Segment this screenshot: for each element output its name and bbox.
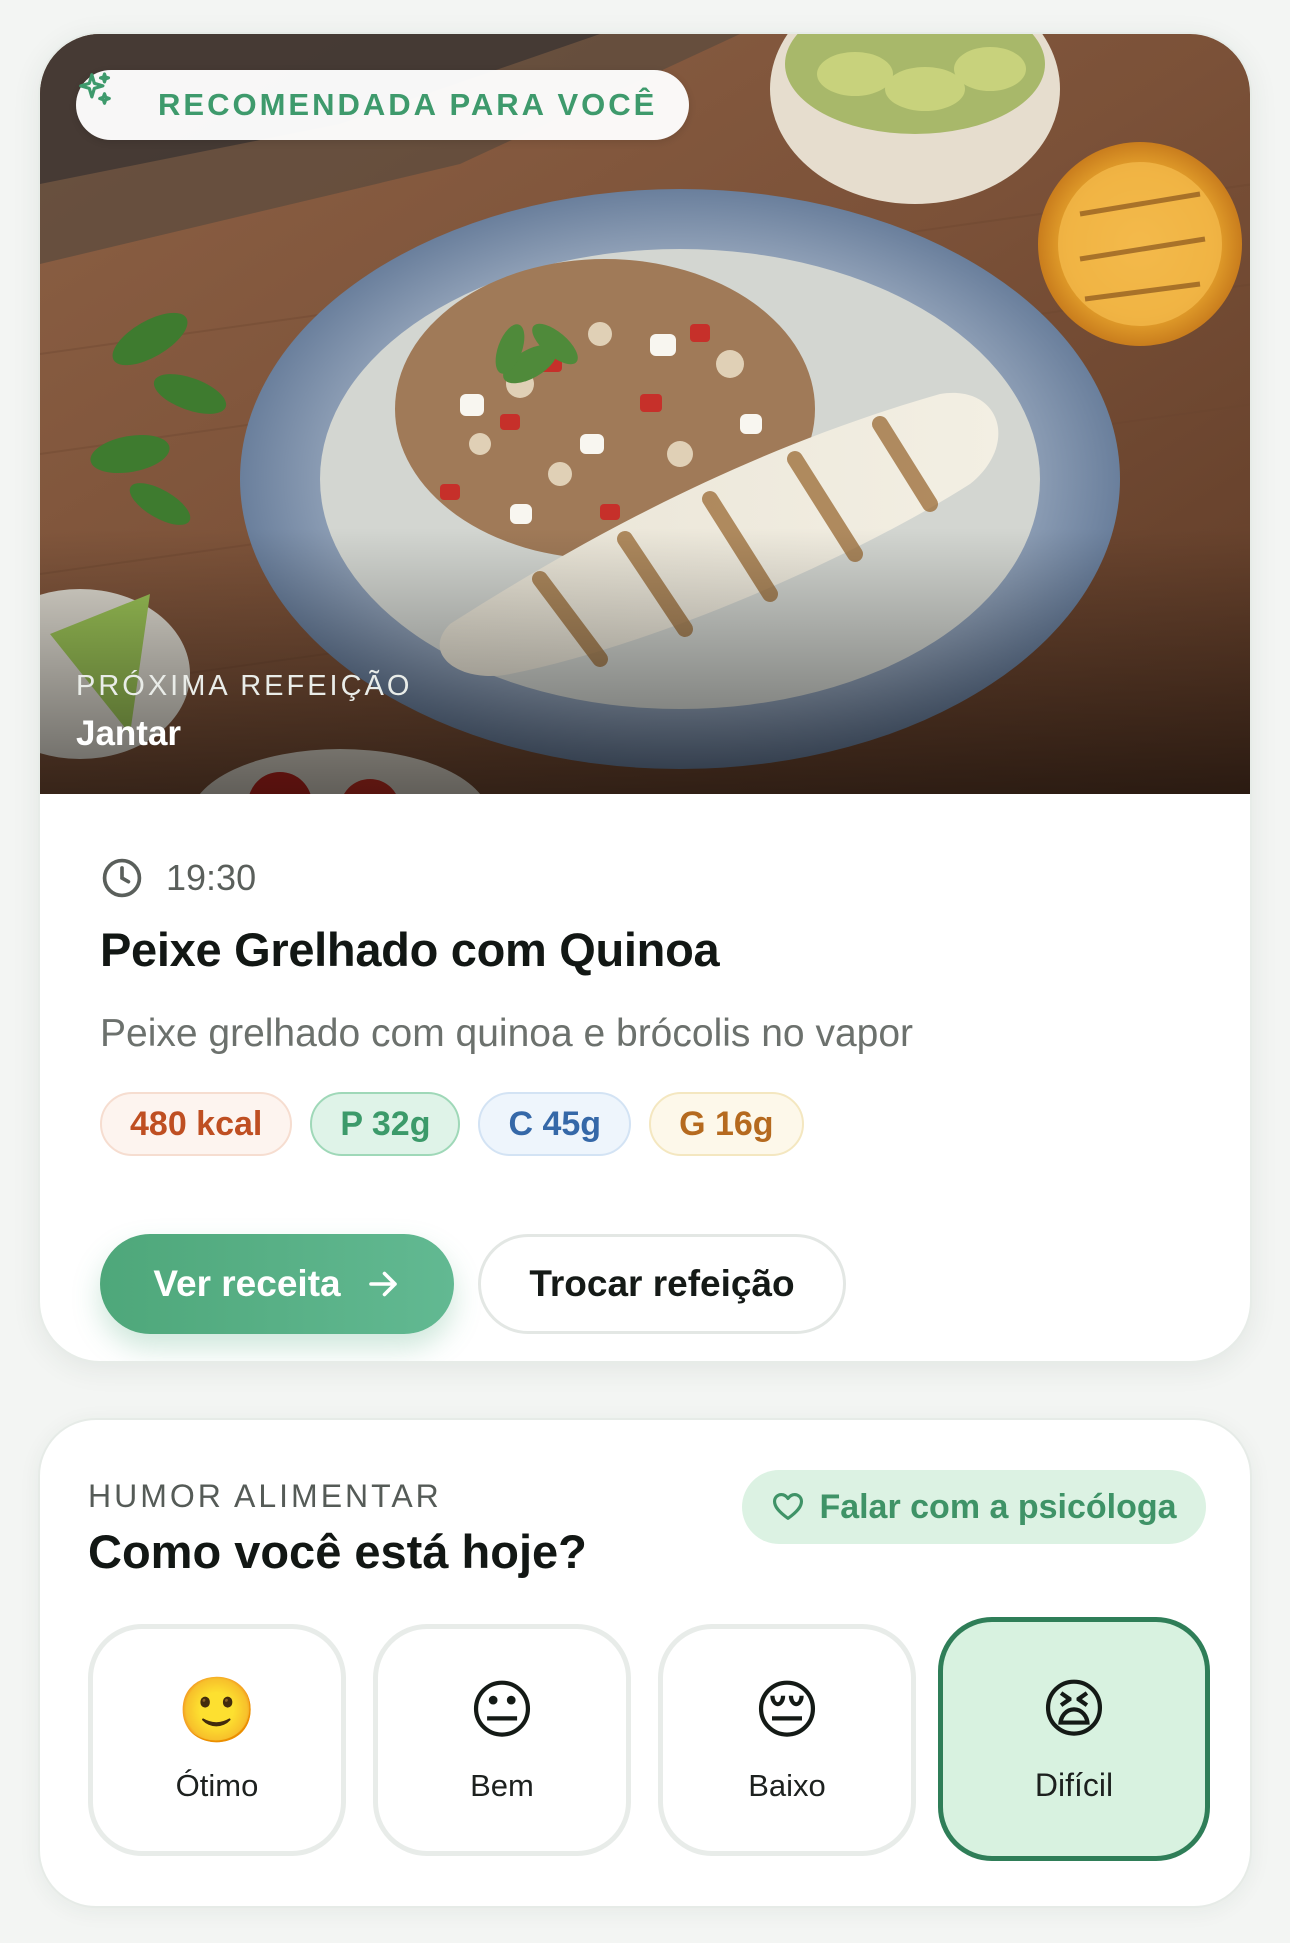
next-meal-kicker: PRÓXIMA REFEIÇÃO — [76, 670, 413, 702]
mood-option-label: Baixo — [748, 1768, 826, 1803]
talk-to-psychologist-button[interactable]: Falar com a psicóloga — [742, 1470, 1206, 1544]
clock-icon — [100, 856, 144, 900]
swap-meal-label: Trocar refeição — [529, 1263, 795, 1304]
meal-photo[interactable]: RECOMENDADA PARA VOCÊ PRÓXIMA REFEIÇÃO J… — [40, 34, 1250, 794]
mood-option-dificil[interactable]: 😫 Difícil — [938, 1617, 1210, 1861]
mood-kicker: HUMOR ALIMENTAR — [88, 1478, 442, 1514]
mood-options: 🙂 Ótimo 😐 Bem 😔 Baixo 😫 Difícil — [88, 1617, 1218, 1861]
view-recipe-button[interactable]: Ver receita — [100, 1234, 454, 1334]
macro-chips: 480 kcal P 32g C 45g G 16g — [100, 1092, 804, 1156]
slightly-smiling-face-icon: 🙂 — [177, 1674, 257, 1748]
mood-option-label: Difícil — [1034, 1766, 1114, 1803]
meal-title: Peixe Grelhado com Quinoa — [100, 923, 720, 976]
tired-face-icon: 😫 — [1040, 1672, 1108, 1747]
meal-description: Peixe grelhado com quinoa e brócolis no … — [100, 1012, 914, 1055]
sparkles-icon — [79, 72, 144, 124]
protein-chip: P 32g — [310, 1092, 461, 1156]
view-recipe-label: Ver receita — [153, 1263, 341, 1304]
next-meal-type: Jantar — [76, 714, 182, 753]
food-mood-card: HUMOR ALIMENTAR Como você está hoje? Fal… — [38, 1418, 1252, 1908]
talk-to-psychologist-label: Falar com a psicóloga — [819, 1487, 1177, 1526]
mood-option-bem[interactable]: 😐 Bem — [373, 1624, 631, 1856]
pensive-face-icon: 😔 — [753, 1674, 821, 1748]
mood-option-label: Ótimo — [175, 1768, 259, 1803]
mood-option-baixo[interactable]: 😔 Baixo — [658, 1624, 916, 1856]
fat-chip: G 16g — [649, 1092, 804, 1156]
meal-time: 19:30 — [100, 856, 256, 900]
arrow-right-icon — [365, 1266, 401, 1302]
swap-meal-button[interactable]: Trocar refeição — [478, 1234, 846, 1334]
calories-chip: 480 kcal — [100, 1092, 293, 1156]
next-meal-card: RECOMENDADA PARA VOCÊ PRÓXIMA REFEIÇÃO J… — [38, 32, 1252, 1363]
carbs-chip: C 45g — [478, 1092, 632, 1156]
mood-title: Como você está hoje? — [88, 1525, 587, 1578]
recommended-badge-label: RECOMENDADA PARA VOCÊ — [158, 87, 658, 122]
meal-time-value: 19:30 — [166, 857, 257, 898]
mood-option-otimo[interactable]: 🙂 Ótimo — [88, 1624, 346, 1856]
mood-option-label: Bem — [470, 1768, 534, 1803]
recommended-badge: RECOMENDADA PARA VOCÊ — [76, 70, 690, 140]
heart-icon — [771, 1490, 805, 1524]
neutral-face-icon: 😐 — [468, 1674, 536, 1748]
